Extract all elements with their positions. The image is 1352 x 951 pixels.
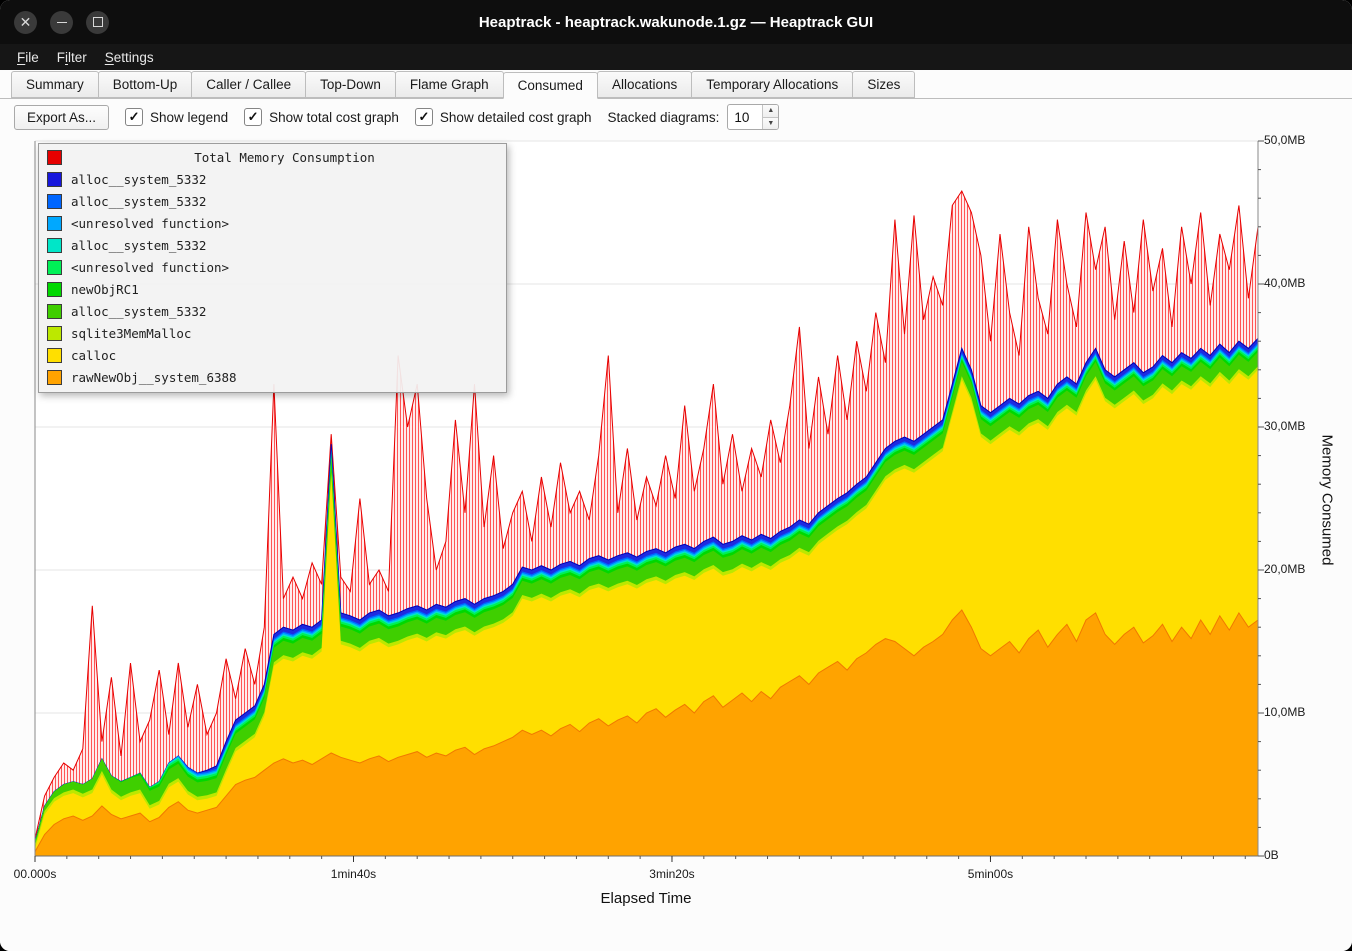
legend-swatch (47, 238, 62, 253)
legend-label: calloc (71, 348, 116, 363)
legend-item: <unresolved function> (39, 212, 506, 234)
tab-caller-callee[interactable]: Caller / Callee (191, 71, 306, 98)
checkbox-label: Show total cost graph (269, 110, 399, 125)
legend-label: rawNewObj__system_6388 (71, 370, 237, 385)
close-button[interactable]: ✕ (14, 11, 37, 34)
legend-label: <unresolved function> (71, 260, 229, 275)
legend-swatch (47, 260, 62, 275)
stacked-diagrams-spinbox[interactable]: 10 ▲ ▼ (727, 104, 779, 130)
heaptrack-window: ✕ Heaptrack - heaptrack.wakunode.1.gz — … (0, 0, 1352, 951)
legend-swatch-total (47, 150, 62, 165)
maximize-button[interactable] (86, 11, 109, 34)
legend-label: alloc__system_5332 (71, 238, 206, 253)
checkbox-icon: ✓ (125, 108, 143, 126)
legend-item: rawNewObj__system_6388 (39, 366, 506, 388)
stacked-diagrams-value: 10 (728, 105, 762, 129)
tab-top-down[interactable]: Top-Down (305, 71, 396, 98)
legend-swatch (47, 370, 62, 385)
y-tick-label: 0B (1264, 848, 1279, 862)
chart-pane: Total Memory Consumption alloc__system_5… (0, 130, 1352, 951)
legend-swatch (47, 304, 62, 319)
stacked-diagrams-label: Stacked diagrams: (608, 110, 720, 125)
legend-swatch (47, 194, 62, 209)
tab-allocations[interactable]: Allocations (597, 71, 692, 98)
legend-item: alloc__system_5332 (39, 168, 506, 190)
checkbox-show-detailed-cost-graph[interactable]: ✓ Show detailed cost graph (415, 108, 592, 126)
minimize-icon (57, 22, 67, 23)
legend-label: alloc__system_5332 (71, 172, 206, 187)
legend-swatch (47, 348, 62, 363)
tab-flame-graph[interactable]: Flame Graph (395, 71, 504, 98)
tab-bottom-up[interactable]: Bottom-Up (98, 71, 193, 98)
menu-settings[interactable]: Settings (96, 47, 163, 68)
checkbox-show-legend[interactable]: ✓ Show legend (125, 108, 228, 126)
y-tick-label: 40,0MB (1264, 276, 1305, 290)
legend-label: newObjRC1 (71, 282, 139, 297)
legend-title-row: Total Memory Consumption (39, 146, 506, 168)
y-tick-label: 10,0MB (1264, 705, 1305, 719)
legend-items: alloc__system_5332 alloc__system_5332 <unr… (39, 168, 506, 388)
checkbox-label: Show legend (150, 110, 228, 125)
tab-summary[interactable]: Summary (11, 71, 99, 98)
checkbox-show-total-cost-graph[interactable]: ✓ Show total cost graph (244, 108, 399, 126)
legend-swatch (47, 216, 62, 231)
legend-label: alloc__system_5332 (71, 194, 206, 209)
tab-temporary-allocations[interactable]: Temporary Allocations (691, 71, 853, 98)
y-axis-title: Memory Consumed (1319, 435, 1336, 566)
checkbox-icon: ✓ (244, 108, 262, 126)
legend-swatch (47, 326, 62, 341)
tab-consumed[interactable]: Consumed (503, 72, 598, 99)
legend-item: <unresolved function> (39, 256, 506, 278)
legend-item: calloc (39, 344, 506, 366)
legend-label: <unresolved function> (71, 216, 229, 231)
legend-label: alloc__system_5332 (71, 304, 206, 319)
tab-sizes[interactable]: Sizes (852, 71, 915, 98)
legend-item: alloc__system_5332 (39, 190, 506, 212)
legend-label: sqlite3MemMalloc (71, 326, 191, 341)
checkbox-group: ✓ Show legend ✓ Show total cost graph ✓ Show … (125, 108, 592, 126)
spin-down-button[interactable]: ▼ (763, 118, 778, 130)
menu-bar: FileFilterSettings (0, 44, 1352, 70)
legend-item: alloc__system_5332 (39, 234, 506, 256)
x-axis-title: Elapsed Time (601, 890, 692, 907)
legend-title: Total Memory Consumption (71, 150, 498, 165)
window-title: Heaptrack - heaptrack.wakunode.1.gz — He… (0, 14, 1352, 31)
x-tick-label: 3min20s (649, 867, 694, 881)
spin-up-button[interactable]: ▲ (763, 105, 778, 118)
window-controls: ✕ (14, 0, 122, 44)
titlebar: ✕ Heaptrack - heaptrack.wakunode.1.gz — … (0, 0, 1352, 44)
x-tick-label: 00.000s (14, 867, 57, 881)
legend-swatch (47, 282, 62, 297)
tab-bar: SummaryBottom-UpCaller / CalleeTop-DownF… (0, 70, 1352, 99)
x-tick-label: 1min40s (331, 867, 376, 881)
legend-item: alloc__system_5332 (39, 300, 506, 322)
legend-swatch (47, 172, 62, 187)
minimize-button[interactable] (50, 11, 73, 34)
y-tick-label: 20,0MB (1264, 562, 1305, 576)
checkbox-label: Show detailed cost graph (440, 110, 592, 125)
export-as-button[interactable]: Export As... (14, 105, 109, 130)
maximize-icon (93, 17, 103, 27)
y-tick-label: 30,0MB (1264, 419, 1305, 433)
menu-filter[interactable]: Filter (48, 47, 96, 68)
chart-legend: Total Memory Consumption alloc__system_5… (38, 143, 507, 393)
x-tick-label: 5min00s (968, 867, 1013, 881)
legend-item: newObjRC1 (39, 278, 506, 300)
checkbox-icon: ✓ (415, 108, 433, 126)
menu-file[interactable]: File (8, 47, 48, 68)
y-tick-label: 50,0MB (1264, 133, 1305, 147)
legend-item: sqlite3MemMalloc (39, 322, 506, 344)
